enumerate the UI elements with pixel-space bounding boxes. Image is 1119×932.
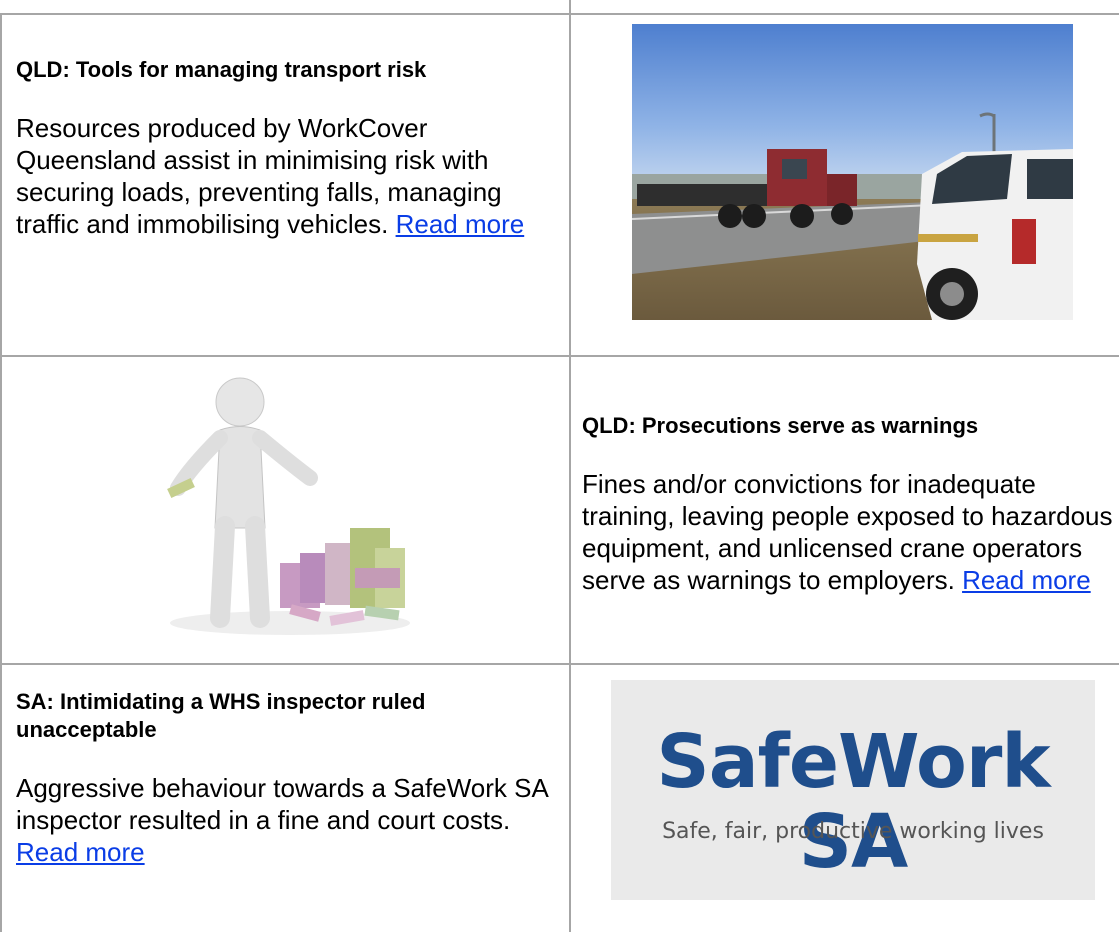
table-border-top [0,13,1119,15]
article-3-body: Aggressive behaviour towards a SafeWork … [16,773,548,835]
article-2-text-cell: QLD: Prosecutions serve as warnings Fine… [582,412,1119,596]
logo-title: SafeWork SA [656,719,1050,885]
table-divider-row-2 [0,663,1119,665]
article-1-heading: QLD: Tools for managing transport risk [16,57,427,82]
logo-tagline: Safe, fair, productive working lives [662,819,1044,844]
table-divider-vertical [569,0,571,932]
article-2-body-paragraph: Fines and/or convictions for inadequate … [582,468,1119,596]
article-2-heading: QLD: Prosecutions serve as warnings [582,413,979,438]
article-3-heading: SA: Intimidating a WHS inspector ruled u… [16,689,426,742]
article-1-read-more-link[interactable]: Read more [396,209,525,239]
truck-and-vehicle-on-road-photo [632,24,1073,320]
article-1-text-cell: QLD: Tools for managing transport risk R… [16,56,561,240]
money-illustration [167,377,410,635]
article-1-body-paragraph: Resources produced by WorkCover Queensla… [16,112,561,240]
table-divider-row-1 [0,355,1119,357]
figure-with-money-stacks-illustration [150,368,440,643]
truck-photo-illustration [632,24,1073,320]
table-border-left [0,13,2,932]
news-table: QLD: Tools for managing transport risk R… [0,0,1119,932]
article-3-text-cell: SA: Intimidating a WHS inspector ruled u… [16,688,561,868]
article-2-read-more-link[interactable]: Read more [962,565,1091,595]
article-3-read-more-link[interactable]: Read more [16,837,145,867]
article-3-body-paragraph: Aggressive behaviour towards a SafeWork … [16,772,561,868]
safework-sa-logo: SafeWork SA Safe, fair, productive worki… [611,680,1095,900]
